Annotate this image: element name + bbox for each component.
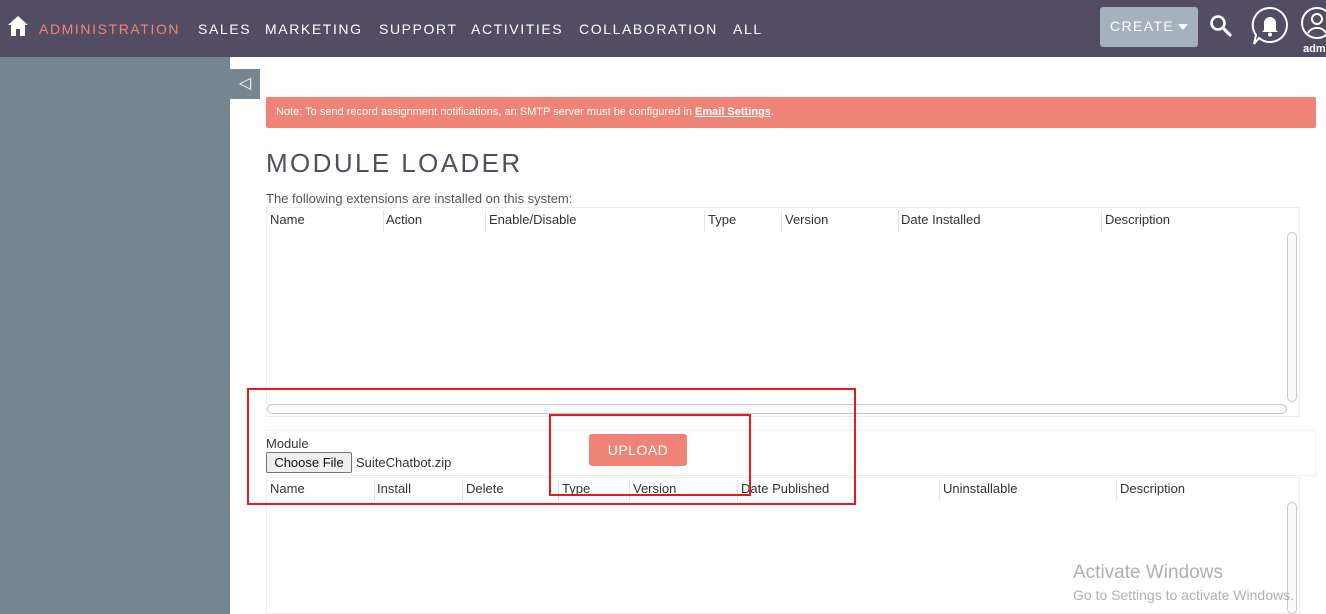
installed-col-version: Version: [785, 212, 829, 227]
column-divider: [383, 210, 384, 232]
nav-activities[interactable]: ACTIVITIES: [471, 21, 563, 37]
nav-support[interactable]: SUPPORT: [379, 21, 458, 37]
smtp-notice-banner: Note: To send record assignment notifica…: [266, 97, 1316, 128]
user-name-label[interactable]: adm: [1303, 43, 1326, 55]
collapse-arrow-icon: ◁: [238, 75, 252, 92]
notice-text: Note: To send record assignment notifica…: [276, 106, 696, 118]
activate-windows-subtitle: Go to Settings to activate Windows.: [1073, 587, 1294, 603]
column-divider: [939, 479, 940, 501]
top-navigation-bar: ADMINISTRATION SALES MARKETING SUPPORT A…: [0, 0, 1326, 57]
installed-col-enable-disable: Enable/Disable: [489, 212, 577, 227]
highlight-box-upload-button: [549, 414, 751, 496]
nav-administration[interactable]: ADMINISTRATION: [39, 21, 180, 37]
installed-col-date-installed: Date Installed: [901, 212, 981, 227]
column-divider: [704, 210, 705, 232]
nav-sales[interactable]: SALES: [198, 21, 251, 37]
column-divider: [781, 210, 782, 232]
installed-col-name: Name: [270, 212, 305, 227]
search-icon[interactable]: [1209, 14, 1233, 38]
home-icon[interactable]: [7, 15, 29, 37]
column-divider: [898, 210, 899, 232]
installed-vertical-scrollbar[interactable]: [1287, 232, 1297, 402]
nav-collaboration[interactable]: COLLABORATION: [579, 21, 718, 37]
packages-col-uninstallable: Uninstallable: [943, 481, 1018, 496]
installed-col-description: Description: [1105, 212, 1171, 227]
caret-down-icon: [1178, 24, 1188, 30]
sidebar: [0, 57, 230, 614]
create-button-label: CREATE: [1110, 18, 1175, 34]
user-icon[interactable]: [1300, 6, 1326, 40]
create-button[interactable]: CREATE: [1100, 7, 1198, 47]
activate-windows-title: Activate Windows: [1073, 562, 1223, 583]
notice-suffix: .: [770, 106, 774, 118]
installed-col-type: Type: [708, 212, 737, 227]
page-title: MODULE LOADER: [266, 148, 523, 178]
column-divider: [485, 210, 486, 232]
installed-extensions-table: [266, 207, 1300, 417]
email-settings-link[interactable]: Email Settings: [695, 106, 771, 118]
sidebar-collapse-button[interactable]: ◁: [230, 69, 260, 99]
column-divider: [1116, 479, 1117, 501]
nav-all[interactable]: ALL: [733, 21, 763, 37]
installed-extensions-intro: The following extensions are installed o…: [266, 191, 573, 206]
bell-icon[interactable]: [1251, 6, 1289, 46]
packages-col-description: Description: [1120, 481, 1186, 496]
installed-col-action: Action: [386, 212, 423, 227]
nav-marketing[interactable]: MARKETING: [265, 21, 363, 37]
column-divider: [1101, 210, 1102, 232]
